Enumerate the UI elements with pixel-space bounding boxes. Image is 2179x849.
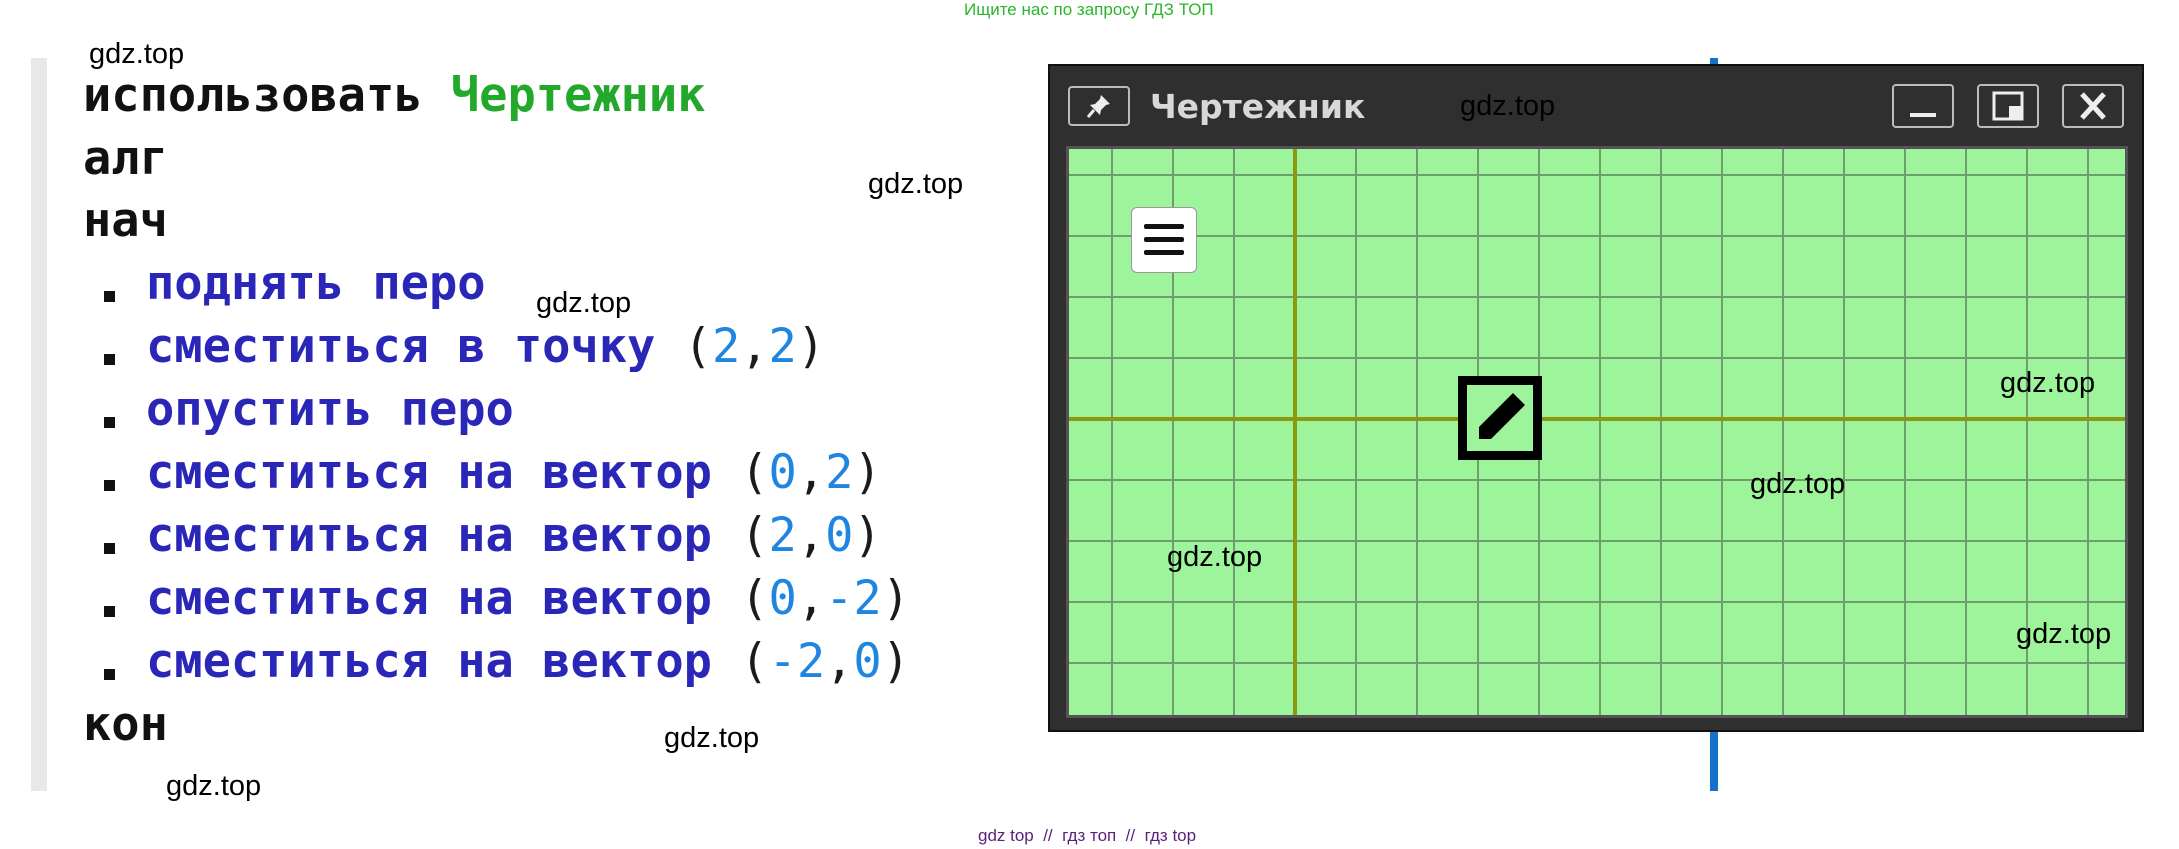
comma: , bbox=[740, 319, 769, 374]
command-line: сместиться на вектор (0,2) bbox=[146, 443, 882, 503]
indent-dot bbox=[104, 291, 115, 302]
paren: ( bbox=[683, 319, 712, 374]
menu-icon bbox=[1144, 224, 1184, 229]
command-text: сместиться на вектор bbox=[146, 445, 741, 500]
command-text: опустить перо bbox=[146, 382, 514, 437]
minimize-icon bbox=[1910, 113, 1936, 117]
watermark: gdz.top bbox=[1460, 90, 1556, 122]
begin-line: нач bbox=[83, 193, 168, 248]
bottom-banner: gdz top // гдз топ // гдз top bbox=[978, 826, 1197, 845]
paren: ) bbox=[853, 508, 882, 563]
pin-icon bbox=[1086, 95, 1110, 118]
restore-button[interactable] bbox=[1977, 84, 2039, 128]
arg: 0 bbox=[853, 634, 882, 689]
watermark: gdz.top bbox=[2000, 367, 2096, 399]
arg: 0 bbox=[768, 571, 797, 626]
indent-dot bbox=[104, 606, 115, 617]
watermark: gdz.top bbox=[1750, 468, 1846, 500]
indent-dot bbox=[104, 480, 115, 491]
arg: 0 bbox=[768, 445, 797, 500]
pen-cursor bbox=[1458, 376, 1542, 460]
watermark: gdz.top bbox=[1167, 541, 1263, 573]
end-line: кон bbox=[83, 697, 168, 752]
paren: ( bbox=[740, 571, 769, 626]
close-icon bbox=[2080, 92, 2106, 120]
command-line: сместиться на вектор (-2,0) bbox=[146, 632, 910, 692]
paren: ) bbox=[796, 319, 826, 374]
paren: ) bbox=[881, 571, 911, 626]
top-banner: Ищите нас по запросу ГДЗ ТОП bbox=[964, 0, 1214, 19]
command-line: сместиться на вектор (2,0) bbox=[146, 506, 882, 566]
comma: , bbox=[796, 508, 826, 563]
menu-button[interactable] bbox=[1131, 207, 1197, 273]
command-line: опустить перо bbox=[146, 380, 514, 440]
arg: 2 bbox=[825, 445, 854, 500]
close-button[interactable] bbox=[2062, 84, 2124, 128]
indent-dot bbox=[104, 417, 115, 428]
indent-dot bbox=[104, 354, 115, 365]
paren: ) bbox=[853, 445, 882, 500]
command-line: поднять перо bbox=[146, 254, 486, 314]
menu-icon-bar bbox=[1144, 237, 1184, 242]
menu-icon-bar bbox=[1144, 250, 1184, 255]
window-titlebar[interactable]: Чертежник bbox=[1050, 66, 2142, 142]
comma: , bbox=[796, 445, 826, 500]
window-title: Чертежник bbox=[1150, 87, 1366, 126]
watermark: gdz.top bbox=[536, 287, 632, 319]
watermark: gdz.top bbox=[89, 38, 185, 70]
grid bbox=[1069, 149, 2125, 715]
arg: 0 bbox=[825, 508, 854, 563]
drawer-window: Чертежник bbox=[1048, 64, 2144, 732]
minimize-button[interactable] bbox=[1892, 84, 1954, 128]
alg-line: алг bbox=[83, 131, 168, 186]
arg: 2 bbox=[768, 319, 797, 374]
comma: , bbox=[825, 634, 854, 689]
command-text: сместиться на вектор bbox=[146, 571, 741, 626]
restore-icon bbox=[1992, 91, 2024, 121]
command-line: сместиться на вектор (0,-2) bbox=[146, 569, 910, 629]
watermark: gdz.top bbox=[664, 722, 760, 754]
watermark: gdz.top bbox=[868, 168, 964, 200]
arg: -2 bbox=[768, 634, 826, 689]
paren: ( bbox=[740, 508, 769, 563]
use-keyword: использовать bbox=[83, 68, 423, 123]
watermark: gdz.top bbox=[166, 770, 262, 802]
command-text: сместиться на вектор bbox=[146, 508, 741, 563]
indent-dot bbox=[104, 669, 115, 680]
arg: 2 bbox=[711, 319, 741, 374]
paren: ( bbox=[740, 634, 769, 689]
arg: 2 bbox=[768, 508, 797, 563]
command-line: сместиться в точку (2,2) bbox=[146, 317, 825, 377]
comma: , bbox=[796, 571, 826, 626]
use-line: использовать Чертежник bbox=[83, 66, 706, 126]
pin-button[interactable] bbox=[1068, 86, 1130, 126]
paren: ) bbox=[881, 634, 911, 689]
indent-dot bbox=[104, 543, 115, 554]
command-text: сместиться на вектор bbox=[146, 634, 741, 689]
executor-name: Чертежник bbox=[450, 68, 706, 123]
watermark: gdz.top bbox=[2016, 618, 2112, 650]
arg: -2 bbox=[825, 571, 882, 626]
pencil-icon bbox=[1479, 393, 1525, 439]
command-text: сместиться в точку bbox=[146, 319, 684, 374]
drawing-canvas[interactable] bbox=[1066, 146, 2128, 718]
paren: ( bbox=[740, 445, 769, 500]
command-text: поднять перо bbox=[146, 256, 486, 311]
